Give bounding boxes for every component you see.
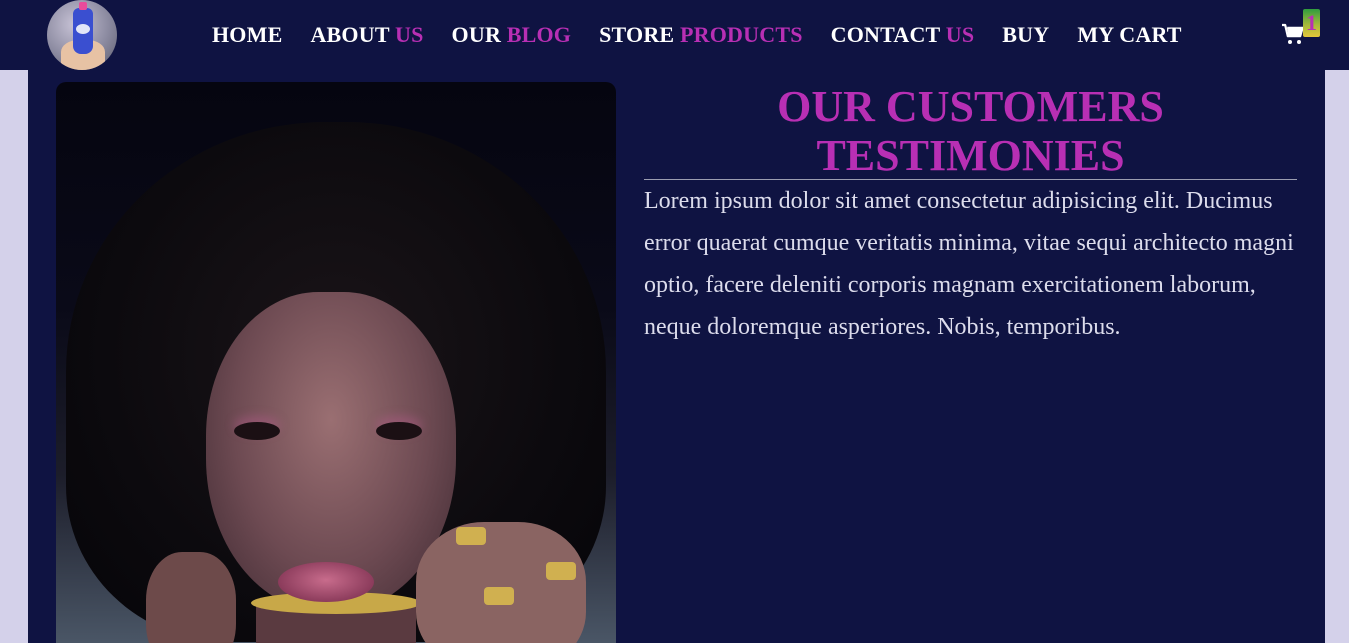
nav-blog-label: OUR [451,22,502,47]
photo-hand-right [416,522,586,643]
nav-store-products[interactable]: STORE PRODUCTS [599,20,803,50]
testimonial-body: Lorem ipsum dolor sit amet consectetur a… [644,188,1294,340]
photo-eye-right [376,422,422,440]
photo-lips [278,562,374,602]
nav-blog-accent: BLOG [506,22,572,47]
logo-bottle [73,2,93,54]
cart-count-badge[interactable]: 1 [1303,9,1320,37]
nav-buy[interactable]: BUY [1002,20,1049,50]
nav-cart-label: MY CART [1077,22,1182,47]
brand-logo[interactable] [47,0,117,70]
nav-store-label: STORE [599,22,675,47]
nav-contact-us[interactable]: CONTACT US [831,20,975,50]
shopping-cart-icon[interactable] [1281,22,1305,46]
nav-about-us[interactable]: ABOUT US [310,20,423,50]
nav-about-label: ABOUT [310,22,390,47]
photo-hand-left [146,552,236,643]
nav-our-blog[interactable]: OUR BLOG [452,20,572,50]
nav-buy-label: BUY [1002,22,1050,47]
nav-about-accent: US [395,22,424,47]
nav-contact-label: CONTACT [830,22,941,47]
testimonial-title: OUR CUSTOMERS TESTIMONIES [777,82,1164,180]
photo-eye-left [234,422,280,440]
nav-contact-accent: US [945,22,975,47]
testimonial-section: OUR CUSTOMERS TESTIMONIES Lorem ipsum do… [28,70,1325,643]
photo-ring [484,587,514,605]
customer-photo [56,82,616,643]
nav-home-label: HOME [212,22,283,47]
nav-store-accent: PRODUCTS [680,22,803,47]
nav-links: HOME ABOUT US OUR BLOG STORE PRODUCTS CO… [212,20,1210,50]
nav-home[interactable]: HOME [212,20,282,50]
nav-my-cart[interactable]: MY CART [1077,20,1181,50]
top-navbar: HOME ABOUT US OUR BLOG STORE PRODUCTS CO… [0,0,1349,70]
photo-ring [456,527,486,545]
photo-ring [546,562,576,580]
